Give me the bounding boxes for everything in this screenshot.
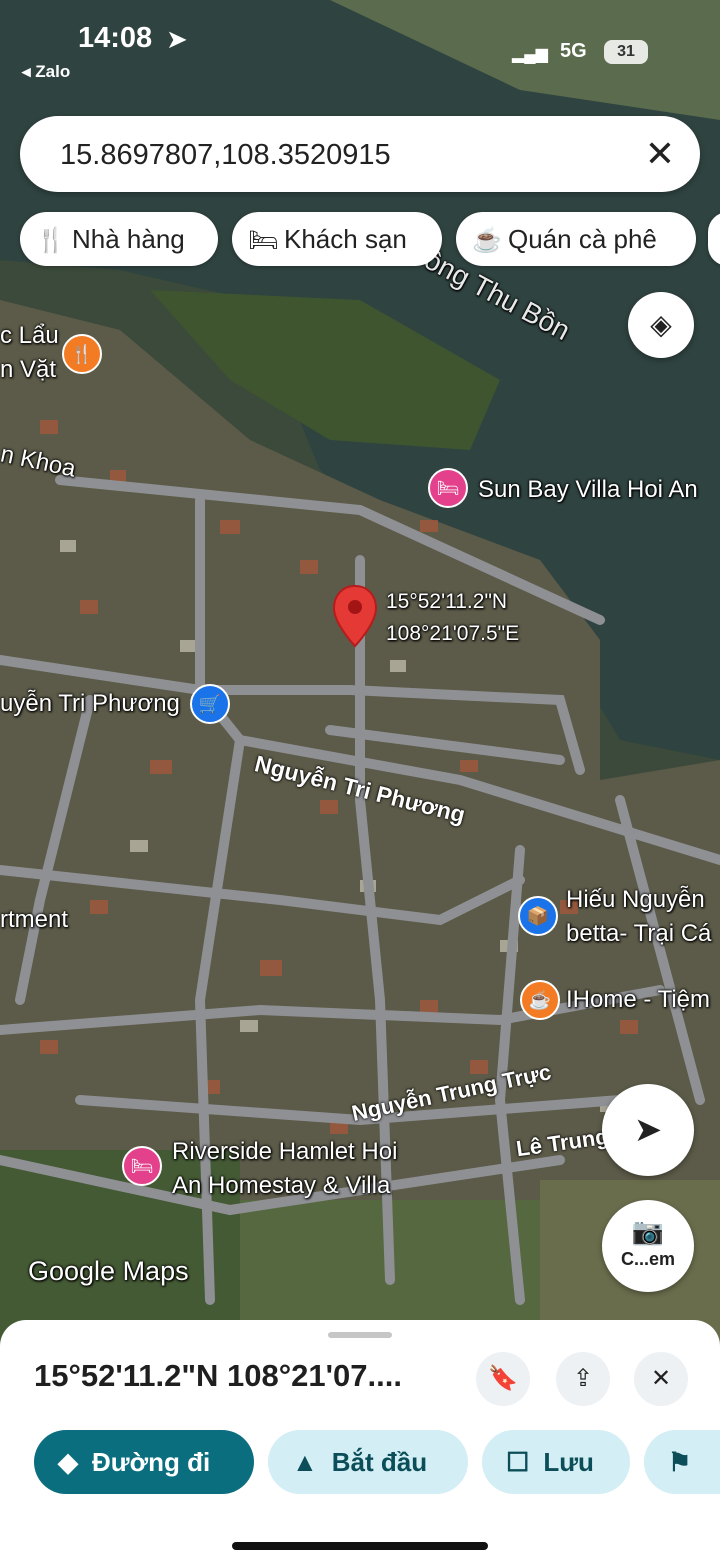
place-bottom-sheet[interactable]: 15°52'11.2"N 108°21'07.... 🔖 ⇪ ✕ ◆ Đường … — [0, 1320, 720, 1564]
home-indicator — [232, 1542, 488, 1550]
network-type: 5G — [560, 40, 587, 62]
fork-knife-icon: 🍴 — [36, 227, 66, 254]
status-time: 14:08 — [78, 22, 153, 54]
back-to-app-link[interactable]: ◂ Zalo — [22, 62, 70, 82]
chip-label: Khách sạn — [284, 224, 407, 254]
directions-button[interactable]: ◆ Đường đi — [34, 1430, 254, 1494]
chip-restaurants[interactable]: 🍴 Nhà hàng — [20, 212, 218, 266]
shopping-cart-poi-icon[interactable]: 🛒 — [190, 684, 230, 724]
dropped-pin-icon[interactable] — [332, 584, 378, 648]
layers-icon: ◈ — [650, 309, 672, 340]
camera-search-button[interactable]: 📷 C...em — [602, 1200, 694, 1292]
navigation-arrow-icon: ➤ — [633, 1111, 663, 1149]
save-icon-button[interactable]: 🔖 — [476, 1352, 530, 1406]
status-bar: 14:08 ➤ ◂ Zalo ▂▄▆ 5G 31 — [0, 0, 720, 100]
google-maps-watermark: Google Maps — [28, 1256, 189, 1286]
hotel-poi-icon[interactable]: 🛏 — [122, 1146, 162, 1186]
place-label-ihome[interactable]: IHome - Tiệm — [566, 986, 710, 1014]
place-label: c Lẩu — [0, 322, 59, 349]
flag-icon: ⚑ — [668, 1447, 692, 1477]
chip-hotels[interactable]: 🛏 Khách sạn — [232, 212, 442, 266]
my-location-button[interactable]: ➤ — [602, 1084, 694, 1176]
directions-label: Đường đi — [92, 1447, 211, 1477]
close-icon[interactable]: ✕ — [640, 134, 680, 174]
search-input[interactable] — [58, 134, 622, 176]
navigation-arrow-icon: ▲ — [292, 1447, 318, 1477]
directions-icon: ◆ — [58, 1447, 78, 1477]
chip-cafes[interactable]: ☕ Quán cà phê — [456, 212, 696, 266]
camera-label: C...em — [620, 1249, 676, 1269]
close-icon: ✕ — [650, 1365, 672, 1392]
coffee-cup-icon: ☕ — [472, 227, 502, 254]
signal-icon: ▂▄▆ — [512, 46, 548, 63]
layers-button[interactable]: ◈ — [628, 292, 694, 358]
place-label-shop[interactable]: uyễn Tri Phương — [0, 690, 180, 718]
save-label: Lưu — [543, 1447, 594, 1477]
location-arrow-icon: ➤ — [166, 24, 188, 54]
pin-coords-lat: 15°52'11.2"N — [386, 590, 508, 613]
close-sheet-button[interactable]: ✕ — [634, 1352, 688, 1406]
map-view[interactable]: c Lẩu n Vặt 🍴 n Khoa sông Thu Bồn 🛏 Sun … — [0, 0, 720, 1350]
restaurant-poi-icon[interactable]: 🍴 — [62, 334, 102, 374]
label-button[interactable]: ⚑ — [644, 1430, 720, 1494]
pin-coords-lng: 108°21'07.5"E — [386, 622, 520, 645]
bookmark-icon: 🔖 — [488, 1365, 518, 1392]
battery-icon: 31 — [604, 40, 648, 64]
battery-level: 31 — [617, 43, 635, 60]
place-title: 15°52'11.2"N 108°21'07.... — [34, 1358, 402, 1393]
bookmark-icon: ☐ — [506, 1447, 530, 1477]
start-label: Bắt đầu — [331, 1447, 428, 1477]
start-button[interactable]: ▲ Bắt đầu — [268, 1430, 468, 1494]
cafe-poi-icon[interactable]: ☕ — [520, 980, 560, 1020]
place-label-hieu-sub: betta- Trại Cá — [566, 920, 712, 947]
place-label-hieu[interactable]: Hiếu Nguyễn — [566, 886, 705, 914]
chip-label: Quán cà phê — [508, 224, 657, 254]
bed-icon: 🛏 — [248, 227, 279, 254]
drag-handle[interactable] — [328, 1332, 392, 1338]
hotel-poi-icon[interactable]: 🛏 — [428, 468, 468, 508]
search-bar[interactable]: ✕ — [20, 116, 700, 192]
save-button[interactable]: ☐ Lưu — [482, 1430, 630, 1494]
back-app-label: Zalo — [35, 62, 71, 81]
share-icon: ⇪ — [572, 1365, 594, 1392]
place-label-riverside-sub: An Homestay & Villa — [172, 1172, 391, 1199]
store-poi-icon[interactable]: 📦 — [518, 896, 558, 936]
place-label: n Vặt — [0, 356, 57, 383]
place-label-apartment: rtment — [0, 906, 69, 933]
place-label-riverside[interactable]: Riverside Hamlet Hoi — [172, 1138, 397, 1166]
share-button[interactable]: ⇪ — [556, 1352, 610, 1406]
chip-label: Nhà hàng — [72, 224, 185, 254]
place-label-sunbay[interactable]: Sun Bay Villa Hoi An — [478, 476, 698, 504]
camera-icon: 📷 — [631, 1216, 665, 1246]
